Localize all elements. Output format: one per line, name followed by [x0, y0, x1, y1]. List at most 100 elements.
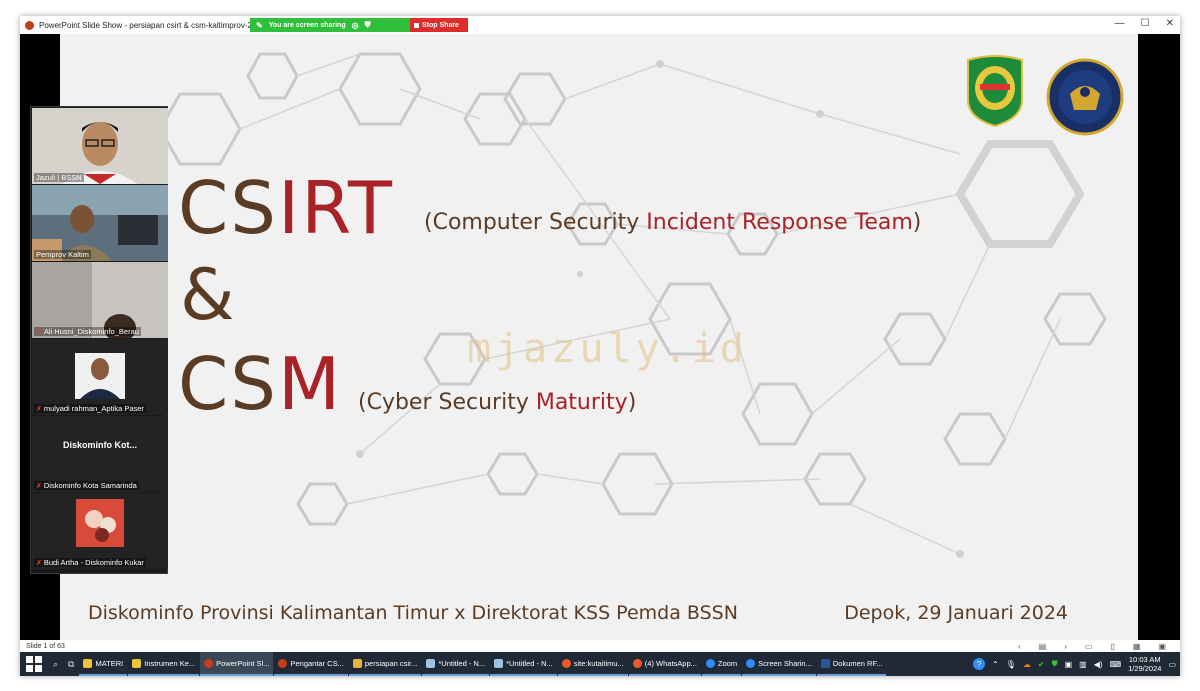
- title-csm-cs: CS: [178, 342, 278, 426]
- slide-canvas[interactable]: CSIRT (Computer Security Incident Respon…: [60, 34, 1138, 640]
- taskbar-item-whatsapp[interactable]: (4) WhatsApp...: [628, 652, 701, 676]
- taskbar-item-word-document[interactable]: Dokumen RF...: [816, 652, 887, 676]
- next-slide-icon[interactable]: ›: [1064, 642, 1067, 651]
- task-view-icon[interactable]: ⧉: [68, 659, 74, 670]
- kaltim-province-logo: [967, 55, 1023, 128]
- participant-tile[interactable]: Jazuli | BSSN: [32, 108, 168, 184]
- participant-name: ✗ Ali Husni_Diskominfo_Berau: [34, 327, 141, 336]
- taskbar-item-label: persiapan csir...: [364, 658, 418, 668]
- slide-menu-icon[interactable]: ▤: [1039, 642, 1047, 651]
- presenter-view-icon[interactable]: ▣: [1158, 642, 1166, 651]
- reading-view-icon[interactable]: ▯: [1110, 642, 1114, 651]
- folder-icon: [132, 658, 142, 668]
- taskbar-item-screen-sharing[interactable]: Screen Sharin...: [742, 652, 816, 676]
- slideshow-controls: ‹ ▤ › ▭ ▯ ▦ ▣: [1018, 640, 1166, 652]
- microphone-icon[interactable]: 🎙: [1006, 660, 1016, 669]
- title-csirt-irt: IRT: [277, 166, 394, 250]
- search-icon[interactable]: ⌕: [53, 659, 58, 670]
- start-button[interactable]: [26, 656, 42, 672]
- participant-name: ✗ Budi Artha - Diskominfo Kukar: [34, 558, 146, 567]
- system-tray: ? ⌃ 🎙 ☁ ✔ ⛊ ▣ ▥ ◀) ⌨ 10:03 AM 1/29/2024 …: [973, 652, 1176, 676]
- taskbar-item-browser-search[interactable]: site:kutaitimu...: [557, 652, 628, 676]
- normal-view-icon[interactable]: ▭: [1085, 642, 1093, 651]
- minimize-button[interactable]: —: [1115, 18, 1125, 29]
- pin-icon: ✎: [256, 20, 263, 30]
- grid-view-icon[interactable]: ▦: [1133, 642, 1141, 651]
- participant-name: ✗ mulyadi rahman_Aptika Paser: [34, 404, 146, 413]
- taskbar-item-powerpoint-slideshow[interactable]: PowerPoint Sl...: [200, 652, 274, 676]
- powerpoint-icon: [25, 20, 34, 30]
- participant-name-text: Diskominfo Kota Samarinda: [43, 481, 137, 490]
- info-icon[interactable]: ◎: [352, 21, 359, 30]
- volume-icon[interactable]: ◀): [1094, 660, 1103, 669]
- taskbar-item-zoom[interactable]: Zoom: [701, 652, 742, 676]
- cloud-icon[interactable]: ☁: [1023, 660, 1031, 669]
- chevron-up-icon[interactable]: ⌃: [992, 660, 999, 669]
- stop-share-label: Stop Share: [422, 21, 459, 29]
- participant-tile[interactable]: ✗ Ali Husni_Diskominfo_Berau: [32, 262, 168, 338]
- taskbar-item-label: Zoom: [717, 658, 738, 668]
- taskbar-item-persiapan[interactable]: persiapan csir...: [348, 652, 422, 676]
- title-csm: CSM: [178, 348, 342, 420]
- participant-tile[interactable]: Diskominfo Kot... ✗ Diskominfo Kota Samar…: [32, 416, 168, 492]
- subtitle-csm-open: (Cyber Security: [358, 390, 536, 415]
- subtitle-csm-close: ): [627, 390, 637, 415]
- slide-counter: Slide 1 of 63: [26, 642, 65, 650]
- clock-time: 10:03 AM: [1128, 655, 1161, 664]
- powerpoint-icon: [204, 658, 214, 668]
- help-icon[interactable]: ?: [973, 658, 985, 670]
- notification-icon[interactable]: ▭: [1168, 660, 1176, 669]
- taskbar-item-label: Screen Sharin...: [758, 658, 812, 668]
- stop-icon: [414, 22, 419, 28]
- mic-muted-icon: ✗: [36, 405, 42, 413]
- taskbar-item-notepad-2[interactable]: *Untitled - N...: [490, 652, 557, 676]
- taskbar-clock[interactable]: 10:03 AM 1/29/2024: [1128, 655, 1161, 673]
- participant-tile[interactable]: ✗ mulyadi rahman_Aptika Paser: [32, 339, 168, 415]
- watermark: mjazuly.id: [467, 326, 748, 372]
- network-icon[interactable]: ▥: [1079, 660, 1087, 669]
- participant-tile[interactable]: ✗ Budi Artha - Diskominfo Kukar: [32, 493, 168, 569]
- file-icon: [352, 658, 362, 668]
- taskbar-item-notepad-1[interactable]: *Untitled - N...: [422, 652, 490, 676]
- subtitle-csirt-close: ): [912, 210, 922, 235]
- sharing-indicator[interactable]: ✎ You are screen sharing ◎ ⛊: [250, 18, 410, 32]
- title-csirt: CSIRT: [178, 172, 394, 244]
- taskbar-item-instrumen[interactable]: Instrumen Ke...: [128, 652, 200, 676]
- title-bar: PowerPoint Slide Show - persiapan csirt …: [20, 16, 1180, 34]
- language-icon[interactable]: ⌨: [1110, 660, 1122, 669]
- subtitle-csirt: (Computer Security Incident Response Tea…: [424, 210, 921, 235]
- participants-panel[interactable]: Jazuli | BSSN Pemprov Kaltim ✗ Ali Husni_…: [30, 106, 168, 574]
- zoom-icon: [705, 658, 715, 668]
- brave-browser-icon: [561, 658, 571, 668]
- window-controls: — ☐ ✕: [1115, 18, 1174, 29]
- ampersand: &: [180, 254, 235, 336]
- participant-name: Pemprov Kaltim: [34, 250, 91, 259]
- maximize-button[interactable]: ☐: [1141, 18, 1150, 29]
- stop-share-button[interactable]: Stop Share: [410, 18, 468, 32]
- taskbar-item-label: PowerPoint Sl...: [216, 658, 270, 668]
- shield-icon[interactable]: ⛊: [365, 20, 371, 30]
- sharing-text: You are screen sharing: [268, 21, 346, 29]
- shield-icon[interactable]: ⛊: [1052, 659, 1058, 669]
- zoom-screen-share-window: PowerPoint Slide Show - persiapan csirt …: [20, 16, 1180, 676]
- check-icon[interactable]: ✔: [1038, 660, 1045, 669]
- participant-name-text: Jazuli | BSSN: [36, 173, 82, 182]
- taskbar-item-materi[interactable]: MATERI: [79, 652, 128, 676]
- participant-tile[interactable]: Pemprov Kaltim: [32, 185, 168, 261]
- word-icon: [820, 658, 830, 668]
- previous-slide-icon[interactable]: ‹: [1018, 642, 1021, 651]
- clock-date: 1/29/2024: [1128, 664, 1162, 673]
- taskbar-item-label: (4) WhatsApp...: [644, 658, 697, 668]
- windows-taskbar: ⌕ ⧉ MATERI Instrumen Ke... PowerPoint Sl…: [20, 652, 1180, 676]
- slide-footer-organizer: Diskominfo Provinsi Kalimantan Timur x D…: [88, 602, 738, 624]
- mic-muted-icon: ✗: [36, 559, 42, 567]
- camera-icon[interactable]: ▣: [1065, 660, 1073, 669]
- taskbar-item-label: Instrumen Ke...: [144, 658, 196, 668]
- taskbar-item-label: Pengantar CS...: [290, 658, 344, 668]
- taskbar-item-pengantar[interactable]: Pengantar CS...: [274, 652, 348, 676]
- mic-muted-icon: ✗: [36, 328, 42, 336]
- close-button[interactable]: ✕: [1166, 18, 1174, 29]
- folder-icon: [83, 658, 93, 668]
- participant-name-text: Ali Husni_Diskominfo_Berau: [43, 327, 139, 336]
- zoom-icon: [746, 658, 756, 668]
